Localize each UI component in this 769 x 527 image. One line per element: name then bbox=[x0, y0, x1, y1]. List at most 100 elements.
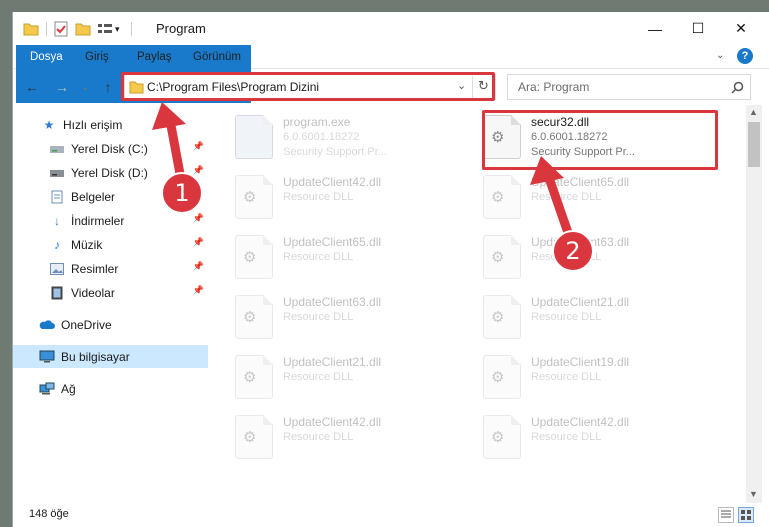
dll-file-icon: ⚙ bbox=[235, 355, 273, 399]
search-input[interactable]: Ara: Program bbox=[518, 80, 589, 94]
tab-share[interactable]: Paylaş bbox=[127, 45, 182, 69]
quick-access-toolbar: ▾ bbox=[23, 20, 132, 38]
recent-locations-icon[interactable]: ⌄ bbox=[74, 76, 96, 98]
properties-icon[interactable] bbox=[53, 21, 69, 37]
search-box[interactable]: Ara: Program bbox=[507, 74, 751, 100]
file-name: UpdateClient21.dll bbox=[283, 355, 382, 369]
file-description: Resource DLL bbox=[283, 311, 354, 323]
gear-icon: ⚙ bbox=[243, 189, 257, 206]
window-title: Program bbox=[156, 21, 206, 36]
maximize-button[interactable]: ☐ bbox=[675, 12, 721, 45]
details-view-icon[interactable] bbox=[718, 507, 734, 523]
sidebar-item-label: İndirmeler bbox=[71, 213, 125, 228]
pin-icon[interactable]: 📌 bbox=[193, 237, 204, 248]
dll-file-icon: ⚙ bbox=[235, 415, 273, 459]
large-icons-view-icon[interactable] bbox=[738, 507, 754, 523]
dll-file-icon: ⚙ bbox=[483, 355, 521, 399]
music-icon: ♪ bbox=[54, 237, 60, 252]
sidebar-item-label: Videolar bbox=[71, 285, 115, 300]
dll-file-icon: ⚙ bbox=[235, 175, 273, 219]
gear-icon: ⚙ bbox=[243, 309, 257, 326]
file-description: Security Support Pr... bbox=[283, 146, 387, 158]
tab-view[interactable]: Görünüm bbox=[183, 45, 251, 69]
new-folder-icon[interactable] bbox=[75, 22, 91, 36]
drive-icon bbox=[49, 165, 65, 181]
pictures-icon bbox=[49, 261, 65, 277]
sidebar-item-pictures[interactable]: Resimler 📌 bbox=[13, 257, 208, 280]
chevron-down-icon[interactable]: ⌄ bbox=[716, 50, 724, 61]
file-item-dll[interactable]: ⚙ UpdateClient42.dll Resource DLL bbox=[213, 165, 448, 223]
pin-icon[interactable]: 📌 bbox=[193, 165, 204, 176]
customize-toolbar-icon[interactable]: ▾ bbox=[115, 24, 120, 35]
pin-icon[interactable]: 📌 bbox=[193, 141, 204, 152]
dll-file-icon: ⚙ bbox=[483, 295, 521, 339]
file-item-dll[interactable]: ⚙ UpdateClient21.dll Resource DLL bbox=[461, 285, 696, 343]
help-icon[interactable]: ? bbox=[737, 48, 753, 64]
view-options-icon[interactable] bbox=[97, 22, 113, 36]
dll-file-icon: ⚙ bbox=[235, 235, 273, 279]
sidebar-item-quick-access[interactable]: ★ Hızlı erişim bbox=[13, 113, 208, 136]
sidebar-item-music[interactable]: ♪ Müzik 📌 bbox=[13, 233, 208, 256]
sidebar-item-label: Bu bilgisayar bbox=[61, 349, 130, 364]
search-icon[interactable] bbox=[731, 81, 744, 94]
gear-icon: ⚙ bbox=[243, 369, 257, 386]
up-arrow-icon[interactable]: ↑ bbox=[97, 76, 119, 98]
pin-icon[interactable]: 📌 bbox=[193, 213, 204, 224]
sidebar-item-label: Yerel Disk (D:) bbox=[71, 165, 148, 180]
file-name: UpdateClient42.dll bbox=[283, 415, 382, 429]
sidebar-item-this-pc[interactable]: Bu bilgisayar bbox=[13, 345, 208, 368]
file-description: Resource DLL bbox=[283, 191, 354, 203]
file-description: Resource DLL bbox=[283, 371, 354, 383]
file-name: UpdateClient42.dll bbox=[531, 415, 630, 429]
cloud-icon bbox=[39, 317, 55, 333]
sidebar-item-onedrive[interactable]: OneDrive bbox=[13, 313, 208, 336]
title-bar: ▾ Program — ☐ ✕ bbox=[13, 12, 769, 45]
file-item-dll[interactable]: ⚙ UpdateClient42.dll Resource DLL bbox=[213, 405, 448, 463]
dll-file-icon: ⚙ bbox=[483, 235, 521, 279]
file-item-dll[interactable]: ⚙ UpdateClient21.dll Resource DLL bbox=[213, 345, 448, 403]
tab-home[interactable]: Giriş bbox=[75, 45, 119, 69]
file-item-dll[interactable]: ⚙ UpdateClient19.dll Resource DLL bbox=[461, 345, 696, 403]
sidebar-item-label: Yerel Disk (C:) bbox=[71, 141, 148, 156]
sidebar-item-label: Resimler bbox=[71, 261, 119, 276]
file-description: Resource DLL bbox=[531, 191, 602, 203]
file-name: program.exe bbox=[283, 115, 351, 129]
file-description: Resource DLL bbox=[531, 431, 602, 443]
sidebar-item-label: Hızlı erişim bbox=[63, 117, 123, 132]
gear-icon: ⚙ bbox=[243, 429, 257, 446]
folder-icon[interactable] bbox=[23, 22, 39, 36]
minimize-button[interactable]: — bbox=[632, 12, 678, 45]
pin-icon[interactable]: 📌 bbox=[193, 261, 204, 272]
file-item-dll[interactable]: ⚙ UpdateClient63.dll Resource DLL bbox=[213, 285, 448, 343]
file-description: Resource DLL bbox=[283, 251, 354, 263]
scroll-up-icon[interactable]: ▲ bbox=[749, 107, 758, 117]
ribbon-tabs: Dosya Giriş Paylaş Görünüm ⌄ ? bbox=[13, 45, 769, 103]
pin-icon[interactable]: 📌 bbox=[193, 285, 204, 296]
file-item-program-exe[interactable]: program.exe 6.0.6001.18272 Security Supp… bbox=[213, 105, 448, 163]
file-item-dll[interactable]: ⚙ UpdateClient42.dll Resource DLL bbox=[461, 405, 696, 463]
file-highlight bbox=[482, 110, 718, 170]
sidebar-item-network[interactable]: Ağ bbox=[13, 377, 208, 400]
close-button[interactable]: ✕ bbox=[718, 12, 764, 45]
file-description: Resource DLL bbox=[531, 371, 602, 383]
sidebar-item-label: Müzik bbox=[71, 237, 103, 252]
documents-icon bbox=[49, 189, 65, 205]
sidebar-item-videos[interactable]: Videolar 📌 bbox=[13, 281, 208, 304]
back-arrow-icon[interactable]: ← bbox=[21, 76, 43, 98]
dll-file-icon: ⚙ bbox=[235, 295, 273, 339]
star-icon: ★ bbox=[43, 117, 55, 132]
gear-icon: ⚙ bbox=[491, 369, 505, 386]
sidebar-item-label: OneDrive bbox=[61, 317, 112, 332]
scrollbar-thumb[interactable] bbox=[748, 122, 760, 167]
file-item-dll[interactable]: ⚙ UpdateClient65.dll Resource DLL bbox=[213, 225, 448, 283]
file-description: Resource DLL bbox=[283, 431, 354, 443]
exe-file-icon bbox=[235, 115, 273, 159]
file-name: UpdateClient65.dll bbox=[283, 235, 382, 249]
file-item-dll[interactable]: ⚙ UpdateClient65.dll Resource DLL bbox=[461, 165, 696, 223]
vertical-scrollbar[interactable]: ▲ ▼ bbox=[746, 105, 762, 503]
item-count: 148 öğe bbox=[29, 508, 69, 520]
sidebar-item-local-disk-c[interactable]: Yerel Disk (C:) 📌 bbox=[13, 137, 208, 160]
forward-arrow-icon[interactable]: → bbox=[51, 76, 73, 98]
scroll-down-icon[interactable]: ▼ bbox=[749, 489, 758, 499]
file-version: 6.0.6001.18272 bbox=[283, 131, 360, 143]
